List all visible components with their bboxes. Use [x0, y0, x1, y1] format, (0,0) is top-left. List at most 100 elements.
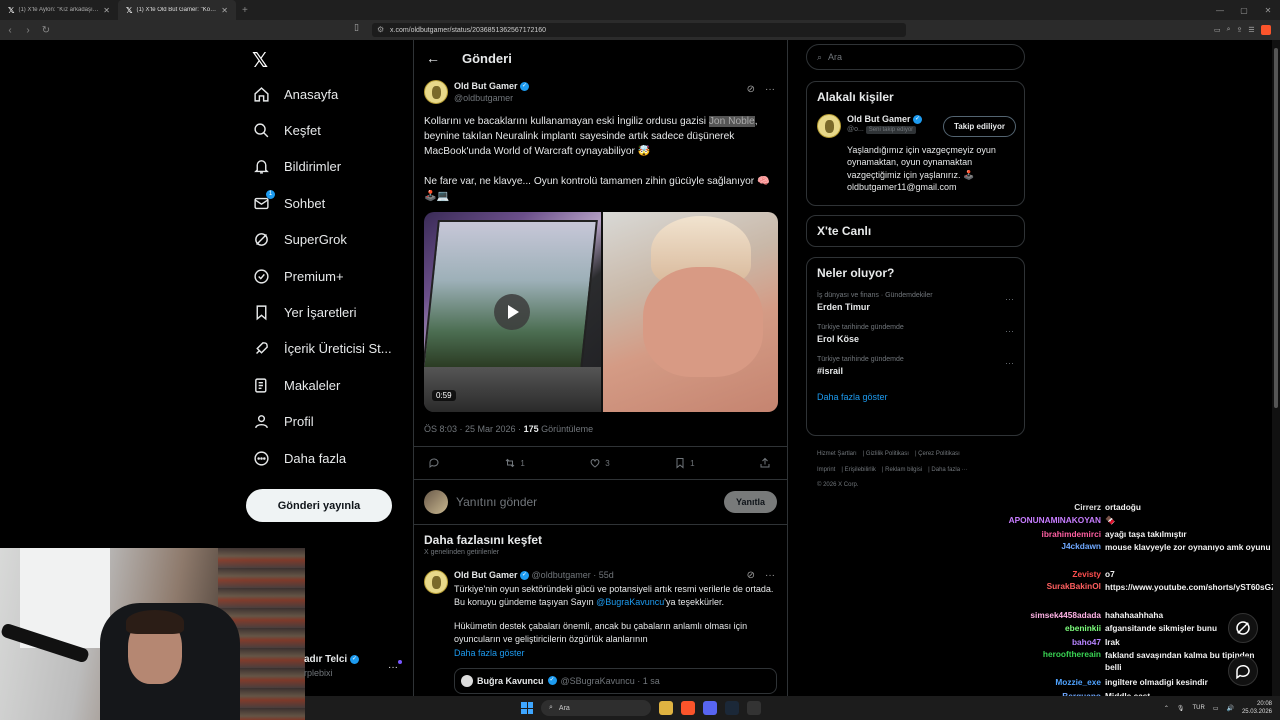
x-logo-icon[interactable]: 𝕏 [252, 48, 268, 73]
network-icon[interactable]: ▭ [1213, 705, 1219, 712]
nav-home[interactable]: Anasayfa [252, 76, 392, 112]
brave-shield-icon[interactable] [1260, 25, 1271, 35]
minimize-icon[interactable]: — [1208, 6, 1232, 15]
forward-icon[interactable]: › [20, 25, 36, 36]
account-more-icon[interactable]: ··· [388, 662, 398, 673]
account-switcher[interactable]: adır Telci ✓ rplebixi [304, 654, 359, 678]
grok-icon[interactable]: ⊘ [747, 84, 755, 95]
related-name-row[interactable]: Old But Gamer ✓ [847, 114, 923, 125]
nav-premium[interactable]: Premium+ [252, 258, 392, 294]
steam-icon[interactable] [725, 701, 739, 715]
language-indicator[interactable]: TUR [1192, 705, 1204, 711]
nav-explore[interactable]: Keşfet [252, 112, 392, 148]
windows-start-icon[interactable] [521, 702, 533, 714]
author-avatar[interactable] [424, 570, 448, 594]
reply-button[interactable] [428, 457, 440, 469]
reply-submit-button[interactable]: Yanıtla [723, 491, 777, 513]
show-more-trends-link[interactable]: Daha fazla göster [817, 392, 1014, 402]
more-options-icon[interactable]: ··· [765, 570, 775, 581]
play-button-icon[interactable] [494, 294, 530, 330]
tab-close-icon[interactable]: ✕ [221, 6, 228, 15]
retweet-button[interactable]: 1 [504, 457, 525, 469]
x-live-box[interactable]: X'te Canlı [806, 215, 1025, 247]
more-options-icon[interactable]: ··· [1005, 294, 1014, 304]
screen-icon[interactable]: ▭ [1214, 26, 1221, 34]
tab-close-icon[interactable]: ✕ [103, 6, 110, 15]
more-options-icon[interactable]: ··· [765, 84, 775, 95]
related-avatar[interactable] [817, 114, 841, 138]
scrollbar-thumb[interactable] [1274, 48, 1278, 408]
more-options-icon[interactable]: ··· [1005, 358, 1014, 368]
reload-icon[interactable]: ↻ [38, 25, 54, 36]
like-button[interactable]: 3 [589, 457, 610, 469]
close-window-icon[interactable]: ✕ [1256, 6, 1280, 15]
grok-icon[interactable]: ⊘ [747, 570, 755, 581]
discord-icon[interactable] [703, 701, 717, 715]
nav-chat[interactable]: 1 Sohbet [252, 185, 392, 221]
trend-item[interactable]: İş dünyası ve finans · Gündemdekiler Erd… [817, 292, 1014, 312]
url-field[interactable]: ⚙ x.com/oldbutgamer/status/2036851362567… [372, 23, 1271, 37]
microphone-icon[interactable]: 🎙 [1177, 705, 1185, 712]
author-handle[interactable]: @oldbutgamer [454, 93, 529, 103]
messages-overlay-icon[interactable] [1228, 656, 1258, 686]
nav-profile[interactable]: Profil [252, 404, 392, 440]
browser-tab-1[interactable]: 𝕏 (1) X'te Aylon: "Kız arkadaşına büyü y… [0, 0, 118, 20]
back-arrow-icon[interactable]: ← [426, 50, 440, 66]
bookmark-page-icon[interactable]: ▯ [354, 22, 359, 33]
back-icon[interactable]: ‹ [2, 25, 18, 36]
taskbar-search[interactable]: ⌕ Ara [541, 700, 651, 716]
related-person[interactable]: Old But Gamer ✓ @o... Seni takip ediyor … [817, 114, 1016, 138]
footer-link[interactable]: Imprint [817, 467, 835, 473]
browser-tab-2[interactable]: 𝕏 (1) X'te Old But Gamer: "Kollarını ve … [118, 0, 236, 20]
volume-icon[interactable]: 🔊 [1226, 705, 1233, 712]
quoted-post[interactable]: Buğra Kavuncu ✓ @SBugraKavuncu · 1 sa [454, 667, 777, 694]
user-avatar[interactable] [424, 490, 448, 514]
footer-link[interactable]: Çerez Politikası [918, 451, 960, 457]
post-button[interactable]: Gönderi yayınla [246, 489, 392, 522]
nav-bookmarks[interactable]: Yer İşaretleri [252, 294, 392, 330]
post-timestamp[interactable]: ÖS 8:03 · 25 Mar 2026 · [424, 424, 524, 434]
file-explorer-icon[interactable] [659, 701, 673, 715]
author-name[interactable]: Old But Gamer [454, 570, 518, 580]
trend-item[interactable]: Türkiye tarihinde gündemde #israil ··· [817, 356, 1014, 376]
author-handle[interactable]: @oldbutgamer · 55d [532, 570, 614, 580]
author-name-row[interactable]: Old But Gamer ✓ [454, 81, 530, 92]
tray-chevron-icon[interactable]: ⌃ [1164, 705, 1169, 712]
footer-link[interactable]: Gizlilik Politikası [866, 451, 909, 457]
grok-overlay-icon[interactable] [1228, 613, 1258, 643]
share-icon[interactable]: ⇪ [1237, 26, 1243, 34]
footer-link[interactable]: Reklam bilgisi [885, 467, 922, 473]
search-input[interactable]: ⌕ Ara [806, 44, 1025, 70]
reader-icon[interactable]: ☰ [1248, 26, 1254, 34]
author-avatar[interactable] [424, 80, 448, 104]
maximize-icon[interactable]: ▢ [1232, 6, 1256, 15]
bookmark-button[interactable]: 1 [674, 457, 695, 469]
more-options-icon[interactable]: ··· [1005, 326, 1014, 336]
retweet-count: 1 [520, 458, 525, 468]
related-handle[interactable]: @o... [847, 126, 864, 133]
nav-articles[interactable]: Makaleler [252, 367, 392, 403]
nav-notifications[interactable]: Bildirimler [252, 149, 392, 185]
nav-creator-studio[interactable]: İçerik Üreticisi St... [252, 331, 392, 367]
obs-icon[interactable] [747, 701, 761, 715]
brave-browser-icon[interactable] [681, 701, 695, 715]
site-info-icon[interactable]: ⚙ [377, 25, 384, 34]
discover-post[interactable]: Old But Gamer ✓ @oldbutgamer · 55d Türki… [424, 570, 777, 694]
trend-item[interactable]: Türkiye tarihinde gündemde Erol Köse ··· [817, 324, 1014, 344]
reply-input[interactable]: Yanıtını gönder [456, 495, 716, 509]
nav-supergrok[interactable]: SuperGrok [252, 222, 392, 258]
nav-more[interactable]: Daha fazla [252, 440, 392, 476]
post-video[interactable]: 0:59 [424, 212, 778, 412]
author-name[interactable]: Old But Gamer [454, 81, 518, 91]
clock[interactable]: 20:08 25.03.2026 [1242, 700, 1272, 716]
show-more-link[interactable]: Daha fazla göster [454, 648, 777, 658]
mention-link[interactable]: @BugraKavuncu [596, 597, 664, 607]
footer-link[interactable]: Erişilebilirlik [845, 467, 876, 473]
zoom-icon[interactable]: ⌕ [1227, 26, 1231, 34]
following-button[interactable]: Takip ediliyor [943, 116, 1016, 137]
related-name[interactable]: Old But Gamer [847, 114, 911, 124]
new-tab-button[interactable]: + [236, 5, 254, 16]
footer-link[interactable]: Daha fazla ··· [931, 467, 967, 473]
share-button[interactable] [759, 457, 771, 469]
footer-link[interactable]: Hizmet Şartları [817, 451, 857, 457]
